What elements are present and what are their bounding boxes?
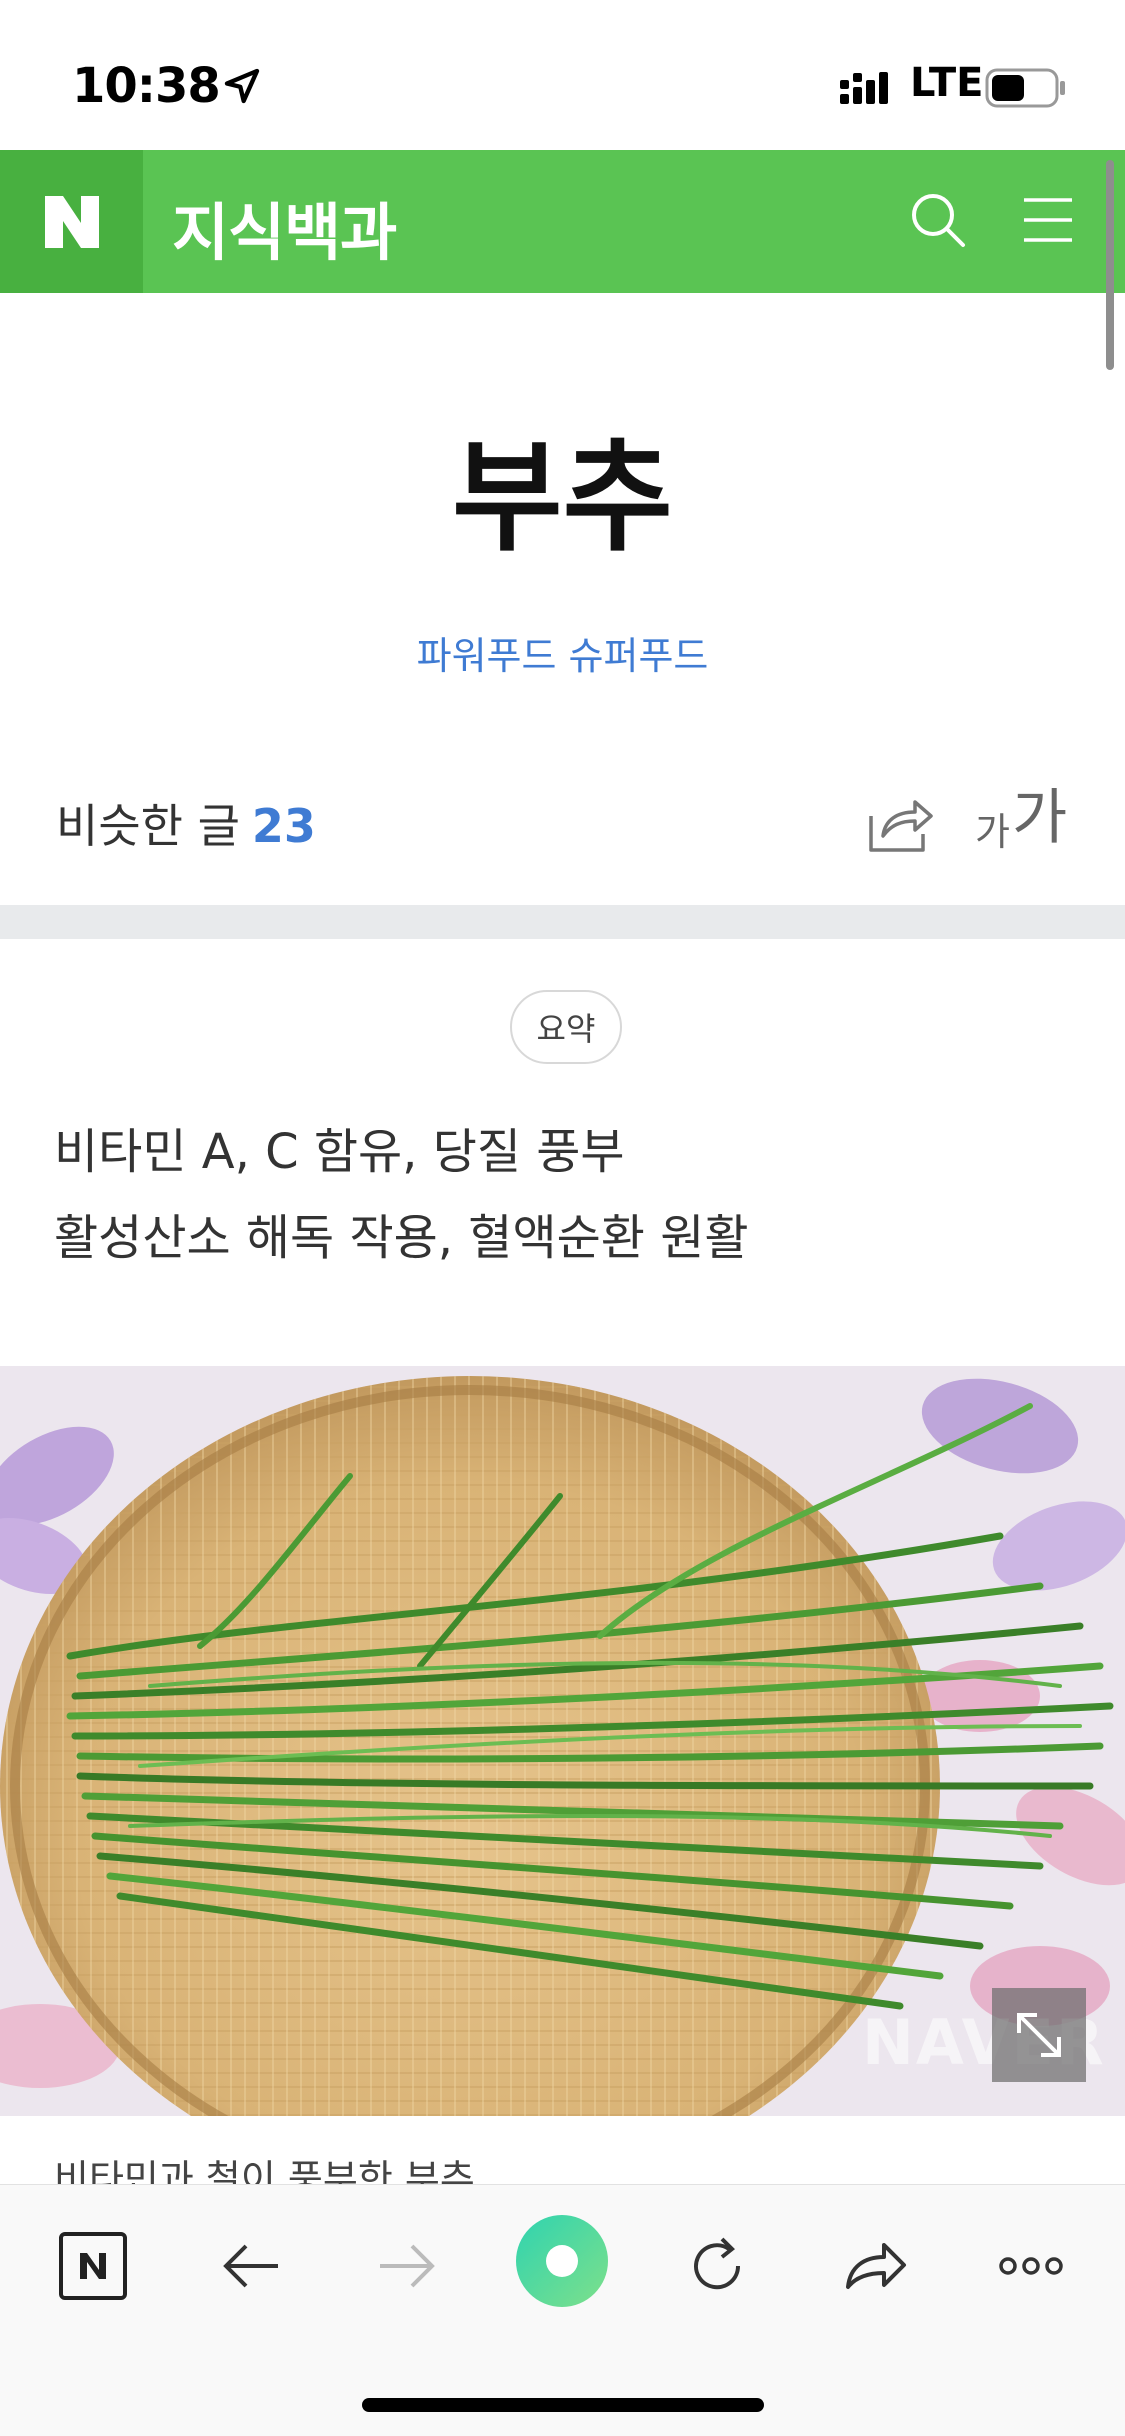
- back-button[interactable]: [206, 2221, 296, 2311]
- font-large-label: 가: [1011, 783, 1068, 853]
- section-divider: [0, 905, 1125, 939]
- similar-posts-count: 23: [251, 799, 316, 853]
- more-button[interactable]: [986, 2221, 1076, 2311]
- share-page-button[interactable]: [830, 2221, 920, 2311]
- green-dot-button[interactable]: [512, 2211, 612, 2311]
- location-arrow-icon: [224, 68, 260, 104]
- summary-line: 활성산소 해독 작용, 혈액순환 원활: [54, 1210, 749, 1266]
- network-type: LTE: [910, 60, 984, 106]
- article-image[interactable]: NAVER: [0, 1366, 1125, 2116]
- forward-arrow-icon: [380, 2244, 435, 2288]
- summary-badge: 요약: [510, 990, 622, 1064]
- share-arrow-icon: [846, 2243, 906, 2289]
- chives-photo: [0, 1366, 1125, 2116]
- search-icon[interactable]: [908, 190, 968, 250]
- forward-button[interactable]: [362, 2221, 452, 2311]
- scroll-indicator[interactable]: [1106, 160, 1114, 370]
- menu-icon[interactable]: [1022, 196, 1074, 244]
- naver-logo-icon: [44, 195, 99, 248]
- back-arrow-icon: [223, 2244, 278, 2288]
- more-icon: [999, 2257, 1063, 2275]
- expand-icon: [1017, 2013, 1061, 2057]
- naver-home-button[interactable]: [48, 2221, 138, 2311]
- status-bar: 10:38 LTE: [0, 0, 1125, 150]
- expand-image-button[interactable]: [992, 1988, 1086, 2082]
- signal-icon: [840, 72, 888, 104]
- home-indicator[interactable]: [362, 2398, 764, 2412]
- similar-posts-link[interactable]: 비슷한 글 23: [56, 790, 316, 856]
- similar-posts-label: 비슷한 글: [56, 799, 240, 853]
- refresh-button[interactable]: [672, 2221, 762, 2311]
- refresh-icon: [694, 2237, 741, 2290]
- green-dot-icon: [516, 2215, 608, 2307]
- font-small-label: 가: [975, 810, 1010, 854]
- battery-icon: [985, 68, 1065, 108]
- status-time: 10:38: [72, 58, 221, 114]
- category-link[interactable]: 파워푸드 슈퍼푸드: [0, 625, 1125, 680]
- summary-line: 비타민 A, C 함유, 당질 풍부: [54, 1124, 625, 1180]
- font-size-button[interactable]: 가가: [975, 783, 1067, 856]
- app-header: 지식백과: [0, 150, 1125, 293]
- share-icon[interactable]: [865, 794, 933, 856]
- naver-logo-button[interactable]: [0, 150, 143, 293]
- page-title: 부추: [452, 429, 673, 568]
- naver-home-icon: [59, 2232, 127, 2300]
- header-title[interactable]: 지식백과: [172, 182, 397, 272]
